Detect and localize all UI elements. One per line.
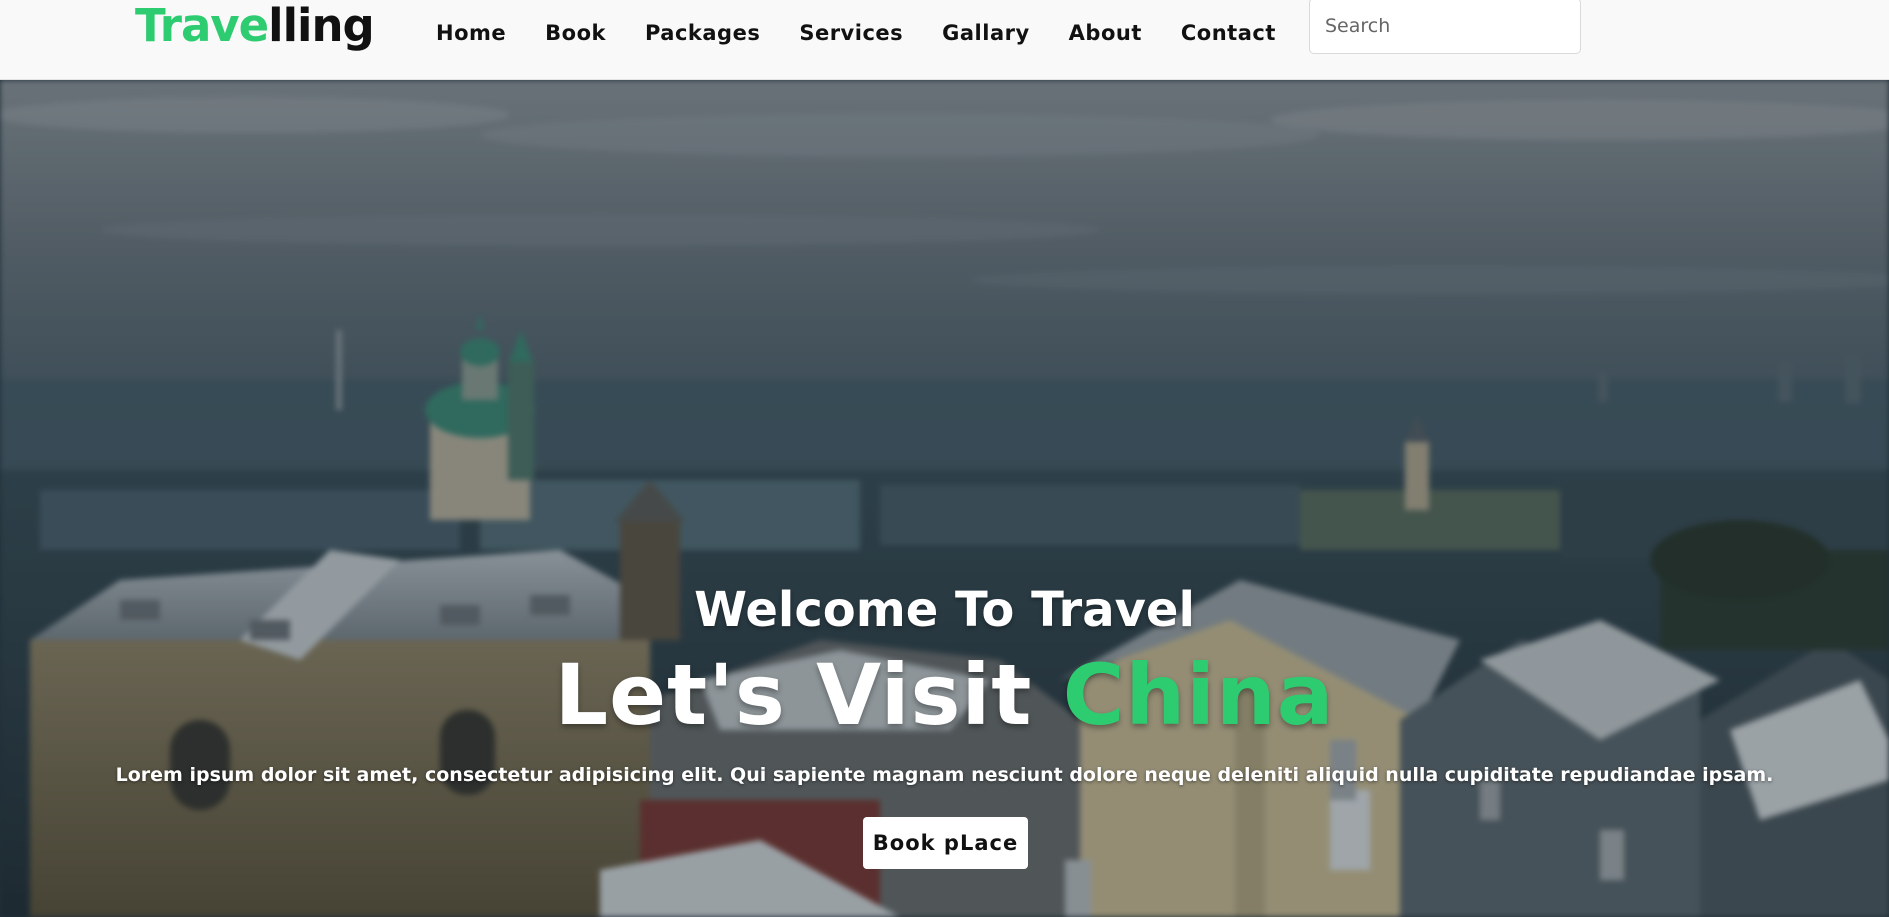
hero-description: Lorem ipsum dolor sit amet, consectetur … <box>115 764 1774 786</box>
nav-link-gallary[interactable]: Gallary <box>942 18 1030 48</box>
nav-link-packages[interactable]: Packages <box>645 18 760 48</box>
hero-title-accent: China <box>1062 646 1335 744</box>
hero-content: Welcome To Travel Let's Visit China Lore… <box>0 80 1889 917</box>
site-logo[interactable]: Travelling <box>135 0 375 54</box>
nav-link-book[interactable]: Book <box>545 18 606 48</box>
page: Travelling Home Book Packages Services G… <box>0 0 1889 917</box>
hero-subtitle: Welcome To Travel <box>694 582 1195 638</box>
navbar: Travelling Home Book Packages Services G… <box>0 0 1889 80</box>
main-nav: Home Book Packages Services Gallary Abou… <box>436 18 1315 48</box>
hero-section: Welcome To Travel Let's Visit China Lore… <box>0 80 1889 917</box>
nav-link-about[interactable]: About <box>1069 18 1142 48</box>
book-place-button[interactable]: Book pLace <box>863 817 1028 869</box>
nav-link-contact[interactable]: Contact <box>1181 18 1276 48</box>
hero-title-prefix: Let's Visit <box>554 646 1063 744</box>
nav-link-home[interactable]: Home <box>436 18 506 48</box>
search-input[interactable] <box>1309 0 1581 54</box>
logo-part-green: Trave <box>135 0 269 52</box>
nav-link-services[interactable]: Services <box>799 18 903 48</box>
hero-title: Let's Visit China <box>0 645 1889 745</box>
logo-part-dark: lling <box>268 0 375 52</box>
